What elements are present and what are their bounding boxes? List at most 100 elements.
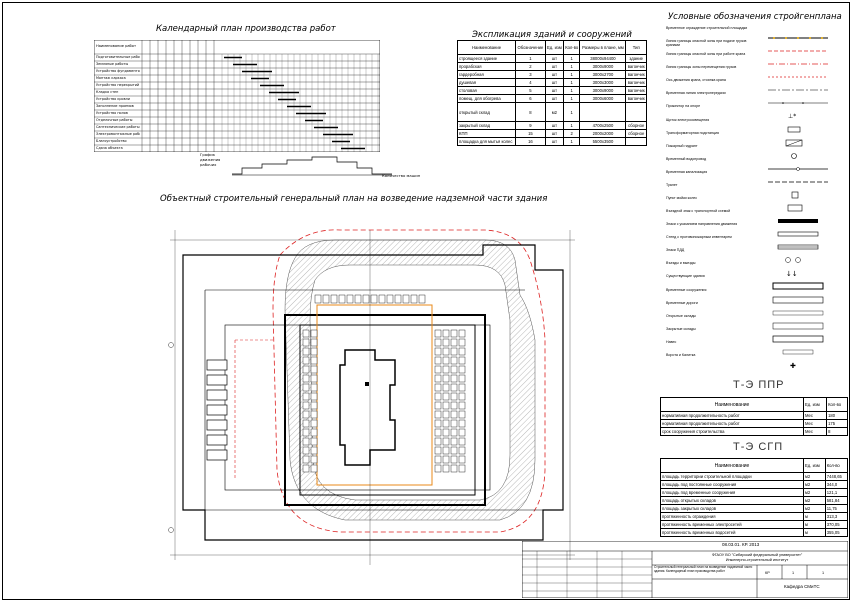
explication-row: открытый склад 8 м2 1 <box>456 102 647 122</box>
stamp-description: Строительный генеральный план на возведе… <box>654 565 753 573</box>
tep2-row: площадь под постоянные сооружения м2 344,0 <box>660 480 849 489</box>
legend-item: Стенд с противопожарным инвентарем <box>660 235 845 250</box>
explication-cell-size: 3000х2700 <box>579 70 627 79</box>
workers-chart <box>232 154 392 176</box>
tep2-label: Т-Э СГП <box>733 441 784 453</box>
plan-title: Объектный строительный генеральный план … <box>160 194 548 204</box>
tep1-cell-name: срок сооружения строительства <box>660 427 804 436</box>
workers-caption: График движения рабочих <box>200 152 221 167</box>
legend-panel: Временное ограждение строительной площад… <box>660 26 845 386</box>
legend-item-label: Знаки с указанием направления движения <box>666 222 738 227</box>
tep2-header-name: Наименование <box>660 458 804 473</box>
tep2-header-unit: Ед. изм <box>803 458 826 473</box>
machines-caption: Количество машин <box>382 173 421 178</box>
tep2-row: площадь закрытых складов м2 11,75 <box>660 504 849 513</box>
explication-cell-name: помещ. для обогрева <box>456 94 517 103</box>
legend-item-label: Временные сооружения <box>666 287 707 292</box>
explication-cell-qty: 1 <box>562 102 581 122</box>
explication-cell-sym: 9 <box>515 121 546 130</box>
explication-cell-name: столовая <box>456 86 517 95</box>
explication-cell-type <box>625 137 647 146</box>
explication-cell-size <box>579 102 627 122</box>
legend-symbol <box>768 302 828 315</box>
tep2-row: площадь открытых складов м2 581,84 <box>660 496 849 505</box>
legend-item: Существующие здания <box>660 274 845 290</box>
tep1-cell-qty: 8 <box>826 427 848 436</box>
legend-item-label: Туалет <box>666 182 678 187</box>
legend-item-label: Знаки ПДД <box>666 248 685 253</box>
legend-symbol <box>768 210 828 224</box>
explication-cell-unit: шт <box>544 78 564 87</box>
tep2-cell-qty: 313,3 <box>824 512 849 521</box>
legend-item-label: Временная канализация <box>666 169 708 174</box>
explication-cell-unit: шт <box>544 86 564 95</box>
legend-item: Знаки с указанием направления движения <box>660 222 845 237</box>
site-plan-drawing <box>168 229 575 565</box>
legend-item-label: Стенд с противопожарным инвентарем <box>666 235 732 240</box>
tep2-cell-name: площадь под временные сооружения <box>660 488 804 497</box>
legend-symbol <box>768 249 828 264</box>
explication-title: Экспликация зданий и сооружений <box>472 30 632 40</box>
calendar-title: Календарный план производства работ <box>156 24 336 34</box>
stamp-dept: Кафедра СМиТС <box>784 584 820 589</box>
explication-cell-type: вагончик <box>625 62 647 71</box>
explication-cell-name: строящееся здание <box>456 54 517 63</box>
tep2-cell-qty: 7448,65 <box>824 472 849 481</box>
explication-cell-qty: 1 <box>562 54 581 63</box>
explication-cell-name: прорабская <box>456 62 517 71</box>
danger-zone-hatch <box>284 239 536 521</box>
explication-row: душевая 4 шт 1 3000х3000 вагончик <box>456 78 647 87</box>
legend-symbol <box>768 171 828 183</box>
tep1-cell-name: нормативная продолжительность работ <box>660 411 804 420</box>
legend-item: Закрытые склады <box>660 327 845 343</box>
tep2-cell-name: площадь открытых складов <box>660 496 804 505</box>
legend-symbol <box>768 27 828 39</box>
legend-item: Временные дороги <box>660 301 845 315</box>
explication-cell-name: площадка для мытья колес <box>456 137 517 146</box>
explication-cell-qty: 1 <box>562 62 581 71</box>
legend-symbol <box>768 184 828 199</box>
stamp-org: ФГАОУ ВО "Сибирский федеральный универси… <box>711 553 803 557</box>
tep1-cell-qty: 175 <box>826 419 848 428</box>
explication-row: КПП 15 шт 2 2000х2000 сборное <box>456 129 647 138</box>
explication-table: Наименование Обозначение Ед. изм Кол-во … <box>456 40 647 146</box>
tep1-header-qty: Кол-во <box>826 397 848 412</box>
explication-cell-unit: шт <box>544 54 564 63</box>
legend-item-label: Прожектор на опоре <box>666 104 701 109</box>
site-plan <box>165 210 655 586</box>
legend-item-label: Линия границы опасной зоны при подаче гр… <box>666 39 747 48</box>
legend-symbol <box>768 92 828 105</box>
legend-symbol: ↓↓ <box>768 262 828 278</box>
legend-item-label: Открытые склады <box>666 313 697 318</box>
legend-item: Щиток электроосвещения <box>660 118 845 132</box>
legend-item: Линия границы опасной зоны при подаче гр… <box>660 39 845 52</box>
explication-cell-unit: шт <box>544 70 564 79</box>
legend-symbol <box>768 197 828 212</box>
explication-cell-name: гардеробная <box>456 70 517 79</box>
legend-symbol <box>768 40 828 52</box>
calendar-row: Отделочные работы <box>96 118 133 122</box>
tep1-table: Наименование Ед. изм Кол-во нормативная … <box>660 397 848 436</box>
explication-cell-unit: м2 <box>544 102 564 122</box>
calendar-row: Благоустройство <box>96 139 127 143</box>
legend-title: Условные обозначения стройгенплана <box>668 12 842 22</box>
tep1-row: нормативная продолжительность работ Мес 17… <box>660 419 848 428</box>
legend-symbol <box>768 132 828 146</box>
explication-row: строящееся здание 1 шт 1 38000х94400 здание <box>456 54 647 63</box>
calendar-row: Заполнение проемов <box>96 104 134 108</box>
calendar-header: Наименование работ <box>96 44 137 48</box>
explication-cell-qty: 2 <box>562 129 581 138</box>
calendar-row: Кладка стен <box>96 90 119 94</box>
tep2-cell-unit: м2 <box>803 496 826 505</box>
exp-header-name: Наименование <box>456 40 517 55</box>
legend-item-label: Временный водопровод <box>666 156 707 161</box>
legend-symbol <box>768 158 828 171</box>
calendar-row: Устройство полов <box>96 111 128 115</box>
stamp-institute: Инженерно-строительный институт <box>725 558 789 562</box>
tep2-cell-name: протяженность ограждения <box>660 512 804 521</box>
tep1-cell-unit: Мес <box>802 427 828 436</box>
tep2-cell-qty: 370,05 <box>824 520 849 529</box>
legend-symbol: ⊥* <box>768 105 828 120</box>
legend-item-label: Временное ограждение строительной площад… <box>666 26 748 30</box>
legend-item: Временная линия электропередачи <box>660 91 845 105</box>
